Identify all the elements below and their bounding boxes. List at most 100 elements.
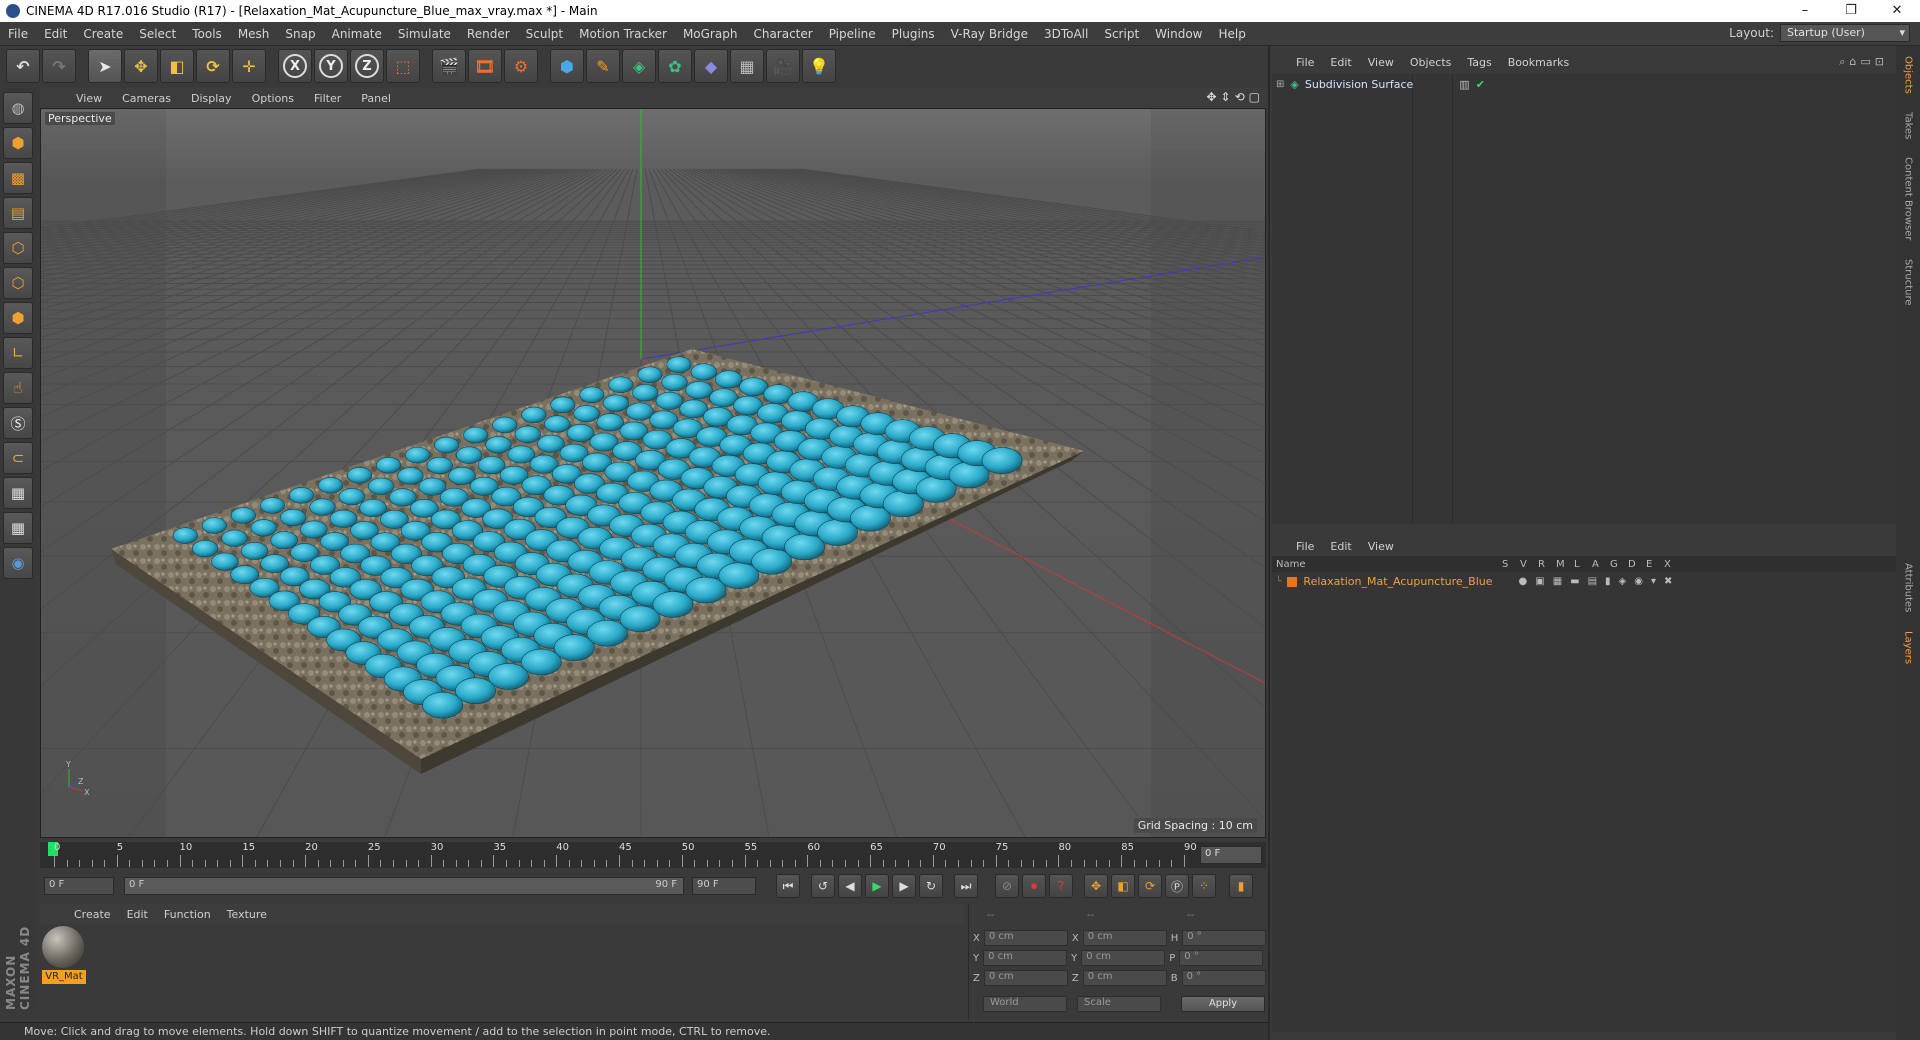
rotation-b-field[interactable]: 0 ° xyxy=(1181,970,1266,986)
recent-tool-icon[interactable]: ✛ xyxy=(232,49,266,83)
current-frame-field[interactable]: 0 F xyxy=(1200,846,1262,864)
viewport-menu-cameras[interactable]: Cameras xyxy=(112,92,181,105)
cube-icon[interactable]: ⬢ xyxy=(550,49,584,83)
rotation-h-field[interactable]: 0 ° xyxy=(1182,930,1267,946)
edges-mode-icon[interactable]: ⬡ xyxy=(3,267,33,299)
end-frame-field[interactable]: 90 F xyxy=(692,877,756,895)
menu-edit[interactable]: Edit xyxy=(36,27,75,41)
tab-takes[interactable]: Takes xyxy=(1903,108,1914,143)
pan-icon[interactable]: ✥ xyxy=(1206,90,1216,104)
object-row-subdivision-surface[interactable]: ⊞ ◈ Subdivision Surface ▥ ✔ xyxy=(1276,78,1485,91)
frame-range-slider[interactable]: 0 F 90 F xyxy=(124,877,684,895)
coordinate-space-dropdown[interactable]: World xyxy=(983,996,1067,1012)
objects-menu-view[interactable]: View xyxy=(1360,56,1402,69)
render-picture-viewer-icon[interactable]: 🎞 xyxy=(468,49,502,83)
menu-tools[interactable]: Tools xyxy=(184,27,230,41)
menu-window[interactable]: Window xyxy=(1147,27,1210,41)
go-to-next-key-icon[interactable]: ↻ xyxy=(919,874,943,898)
enable-axis-icon[interactable]: ∟ xyxy=(3,337,33,369)
material-menu-edit[interactable]: Edit xyxy=(119,908,156,921)
material-menu-function[interactable]: Function xyxy=(156,908,219,921)
key-pla-icon[interactable]: ⁘ xyxy=(1192,874,1216,898)
timeline-window-icon[interactable]: ▮ xyxy=(1229,874,1253,898)
position-z-field[interactable]: 0 cm xyxy=(983,970,1068,986)
position-y-field[interactable]: 0 cm xyxy=(983,950,1068,966)
layers-menu-file[interactable]: File xyxy=(1288,540,1322,553)
undo-icon[interactable]: ↶ xyxy=(6,49,40,83)
menu-file[interactable]: File xyxy=(0,27,36,41)
menu-help[interactable]: Help xyxy=(1210,27,1253,41)
start-frame-field[interactable]: 0 F xyxy=(44,877,114,895)
floor-icon[interactable]: ▦ xyxy=(730,49,764,83)
y-axis-lock-icon[interactable]: Y xyxy=(314,49,348,83)
viewport-menu-display[interactable]: Display xyxy=(181,92,242,105)
layer-row[interactable]: └ Relaxation_Mat_Acupuncture_Blue ●▣▦▬▤▮… xyxy=(1276,575,1680,588)
make-editable-icon[interactable]: ◍ xyxy=(3,92,33,124)
expand-icon[interactable]: ⊞ xyxy=(1276,79,1284,90)
step-forward-icon[interactable]: ▶ xyxy=(892,874,916,898)
polygons-mode-icon[interactable]: ⬢ xyxy=(3,302,33,334)
menu-plugins[interactable]: Plugins xyxy=(884,27,943,41)
menu-simulate[interactable]: Simulate xyxy=(390,27,459,41)
menu-vray-bridge[interactable]: V-Ray Bridge xyxy=(943,27,1036,41)
search-icon[interactable]: ⌕⌂▭⊡ xyxy=(1839,55,1888,69)
points-mode-icon[interactable]: ⬡ xyxy=(3,232,33,264)
maximize-button[interactable]: ❐ xyxy=(1828,0,1874,22)
render-settings-icon[interactable]: ⚙ xyxy=(504,49,538,83)
rotate-tool-icon[interactable]: ⟳ xyxy=(196,49,230,83)
x-axis-lock-icon[interactable]: X xyxy=(278,49,312,83)
layer-color-swatch[interactable] xyxy=(1287,576,1298,587)
menu-character[interactable]: Character xyxy=(745,27,820,41)
menu-3dtoall[interactable]: 3DToAll xyxy=(1036,27,1096,41)
python-icon[interactable]: ◉ xyxy=(3,547,33,579)
z-axis-lock-icon[interactable]: Z xyxy=(350,49,384,83)
key-rotation-icon[interactable]: ⟳ xyxy=(1138,874,1162,898)
light-icon[interactable]: 💡 xyxy=(802,49,836,83)
menu-mesh[interactable]: Mesh xyxy=(230,27,278,41)
menu-sculpt[interactable]: Sculpt xyxy=(518,27,571,41)
material-swatch[interactable]: VR_Mat xyxy=(42,926,86,984)
menu-render[interactable]: Render xyxy=(459,27,518,41)
rotation-p-field[interactable]: 0 ° xyxy=(1179,950,1264,966)
menu-create[interactable]: Create xyxy=(75,27,131,41)
tweak-mode-icon[interactable]: ☝ xyxy=(3,372,33,404)
tab-layers[interactable]: Layers xyxy=(1903,627,1914,668)
material-menu-texture[interactable]: Texture xyxy=(219,908,275,921)
workplane-lock-icon[interactable]: ▦ xyxy=(3,477,33,509)
menu-mograph[interactable]: MoGraph xyxy=(675,27,746,41)
texture-mode-icon[interactable]: ▩ xyxy=(3,162,33,194)
scale-tool-icon[interactable]: ◧ xyxy=(160,49,194,83)
viewport-menu-view[interactable]: View xyxy=(66,92,112,105)
snap-icon[interactable]: ⊂ xyxy=(3,442,33,474)
spline-pen-icon[interactable]: ✎ xyxy=(586,49,620,83)
menu-snap[interactable]: Snap xyxy=(277,27,323,41)
dolly-icon[interactable]: ⇕ xyxy=(1221,90,1231,104)
layers-menu-view[interactable]: View xyxy=(1360,540,1402,553)
layers-menu-edit[interactable]: Edit xyxy=(1322,540,1359,553)
model-mode-icon[interactable]: ⬢ xyxy=(3,127,33,159)
layer-toggles-icon[interactable]: ●▣▦▬▤▮◈◉▾✖ xyxy=(1519,576,1681,587)
viewport-menu-filter[interactable]: Filter xyxy=(304,92,351,105)
go-to-previous-key-icon[interactable]: ↺ xyxy=(811,874,835,898)
menu-motion-tracker[interactable]: Motion Tracker xyxy=(571,27,675,41)
motion-record-icon[interactable]: ⊘ xyxy=(995,874,1019,898)
timeline[interactable]: 0 5 10 15 20 25 30 35 40 45 50 55 60 65 70 75 80 85 90 0 F xyxy=(40,842,1266,868)
render-view-icon[interactable]: 🎬 xyxy=(432,49,466,83)
viewport-menu-panel[interactable]: Panel xyxy=(351,92,401,105)
tab-attributes[interactable]: Attributes xyxy=(1903,559,1914,616)
camera-icon[interactable]: 🎥 xyxy=(766,49,800,83)
menu-animate[interactable]: Animate xyxy=(324,27,390,41)
timeline-ruler[interactable]: 0 5 10 15 20 25 30 35 40 45 50 55 60 65 70 75 80 85 90 xyxy=(48,842,1197,868)
size-x-field[interactable]: 0 cm xyxy=(1082,930,1167,946)
step-back-icon[interactable]: ◀ xyxy=(838,874,862,898)
tab-content-browser[interactable]: Content Browser xyxy=(1903,153,1914,244)
key-position-icon[interactable]: ✥ xyxy=(1084,874,1108,898)
close-button[interactable]: ✕ xyxy=(1874,0,1920,22)
layout-dropdown[interactable]: Startup (User) ▾ xyxy=(1780,24,1910,42)
objects-menu-tags[interactable]: Tags xyxy=(1459,56,1499,69)
play-icon[interactable]: ▶ xyxy=(865,874,889,898)
coordinate-system-icon[interactable]: ⬚ xyxy=(386,49,420,83)
menu-select[interactable]: Select xyxy=(131,27,184,41)
visibility-dots-icon[interactable]: ▥ xyxy=(1459,78,1469,91)
solo-mode-icon[interactable]: Ⓢ xyxy=(3,407,33,439)
